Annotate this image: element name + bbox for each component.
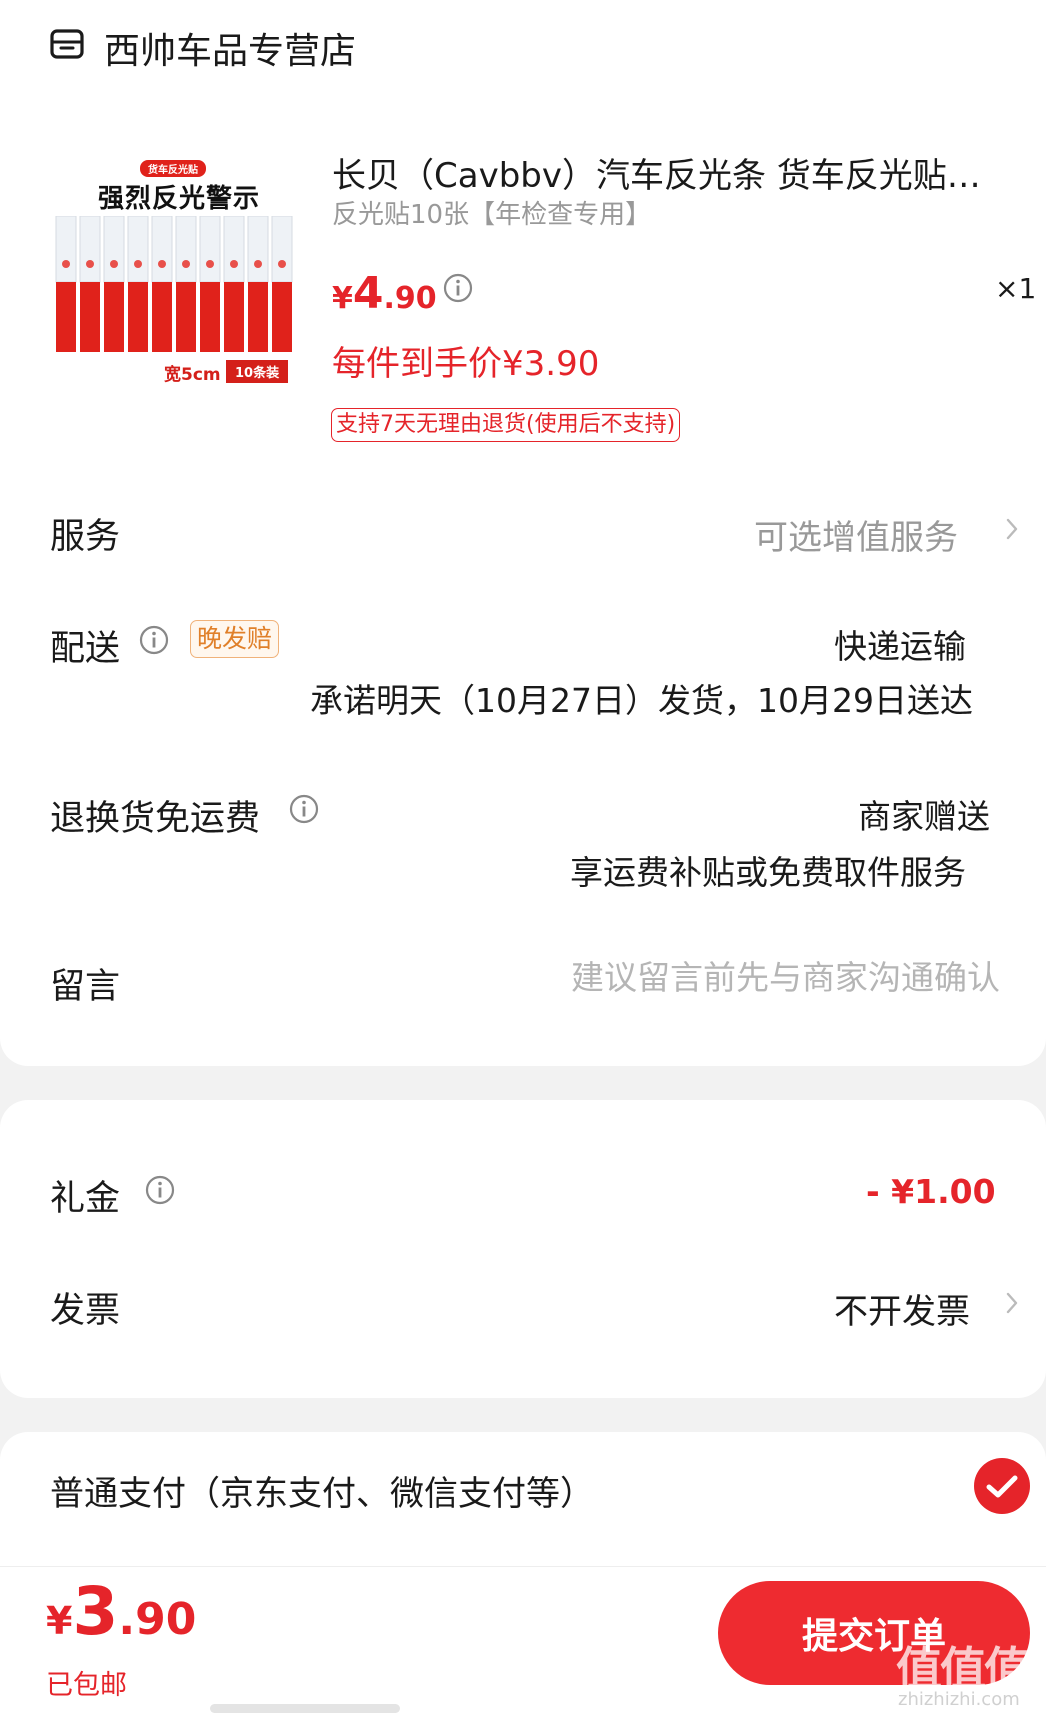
return-shipping-service: 享运费补贴或免费取件服务 [570,853,966,892]
total-currency: ¥ [46,1599,73,1643]
late-compensation-badge[interactable]: 晚发赔 [190,620,280,658]
gift-money-value: - ¥1.00 [866,1172,996,1211]
strip-white [175,216,197,283]
product-image-badge: 货车反光贴 [140,160,206,177]
watermark-url: zhizhizhi.com [898,1689,1020,1710]
payment-selected-checkbox[interactable] [974,1458,1030,1514]
delivery-method[interactable]: 快递运输 [834,620,966,668]
message-input[interactable] [440,952,1000,1002]
final-price: 每件到手价¥3.90 [332,344,600,384]
strip-red [104,282,124,352]
strip-logo [206,260,214,268]
check-icon [986,1475,1018,1498]
strip-logo [182,260,190,268]
strip-logo [134,260,142,268]
strip-white [127,216,149,283]
reflective-strips-graphic [55,216,293,352]
delivery-promise: 承诺明天（10月27日）发货，10月29日送达 [310,681,973,720]
strip-white [79,216,101,283]
payment-method-label[interactable]: 普通支付（京东支付、微信支付等） [50,1466,594,1515]
strip-logo [62,260,70,268]
price-currency: ¥ [332,281,353,316]
service-label: 服务 [50,517,121,557]
product-spec[interactable]: 反光贴10张【年检查专用】 [332,194,651,231]
strip-red [80,282,100,352]
product-image-headline: 强烈反光警示 [98,184,261,214]
total-decimal: .90 [118,1594,197,1645]
strip-white [151,216,173,283]
store-name[interactable]: 西帅车品专营店 [104,22,356,74]
strip-white [199,216,221,283]
product-image[interactable]: 货车反光贴 强烈反光警示 宽5cm 10条装 [54,152,298,392]
strip-red [200,282,220,352]
strip-logo [86,260,94,268]
gift-money-label: 礼金 [50,1179,121,1219]
store-icon [50,29,84,59]
chevron-right-icon[interactable] [1004,514,1020,544]
free-shipping-label: 已包邮 [46,1670,127,1701]
price-integer: 4 [352,268,384,319]
message-label: 留言 [50,967,121,1007]
strip-red [128,282,148,352]
return-shipping-info-icon[interactable] [288,793,320,825]
return-shipping-gift: 商家赠送 [858,797,990,836]
delivery-label: 配送 [50,629,121,669]
product-image-count: 10条装 [226,360,289,383]
strip-red [272,282,292,352]
strip-white [271,216,293,283]
service-value[interactable]: 可选增值服务 [754,510,958,559]
return-policy-tag: 支持7天无理由退货(使用后不支持) [331,408,681,442]
total-price: ¥3.90 [46,1573,196,1650]
invoice-value[interactable]: 不开发票 [834,1284,970,1333]
strip-white [55,216,77,283]
strip-red [176,282,196,352]
product-price: ¥4.90 [332,268,437,319]
product-title[interactable]: 长贝（Cavbbv）汽车反光条 货车反光贴… [332,148,1012,197]
price-decimal: .90 [383,281,437,316]
strip-red [224,282,244,352]
chevron-right-icon[interactable] [1004,1288,1020,1318]
strip-logo [254,260,262,268]
return-shipping-label: 退换货免运费 [50,799,261,839]
invoice-label: 发票 [50,1291,121,1331]
quantity: ×1 [995,272,1037,305]
price-info-icon[interactable] [442,272,474,304]
checkout-bar: ¥3.90 已包邮 提交订单 值值值 zhizhizhi.com [0,1566,1046,1713]
strip-logo [230,260,238,268]
delivery-info-icon[interactable] [138,624,170,656]
total-integer: 3 [72,1573,119,1650]
strip-logo [158,260,166,268]
strip-white [247,216,269,283]
strip-red [248,282,268,352]
order-main-card: 西帅车品专营店 货车反光贴 强烈反光警示 宽5cm 10条装 长贝（Cavbbv… [0,0,1046,1066]
strip-logo [110,260,118,268]
product-image-width: 宽5cm [164,365,221,385]
strip-white [103,216,125,283]
gift-money-info-icon[interactable] [144,1174,176,1206]
strip-logo [278,260,286,268]
strip-red [152,282,172,352]
strip-red [56,282,76,352]
strip-white [223,216,245,283]
discount-card: 礼金 - ¥1.00 发票 不开发票 [0,1100,1046,1398]
home-indicator [210,1704,400,1713]
